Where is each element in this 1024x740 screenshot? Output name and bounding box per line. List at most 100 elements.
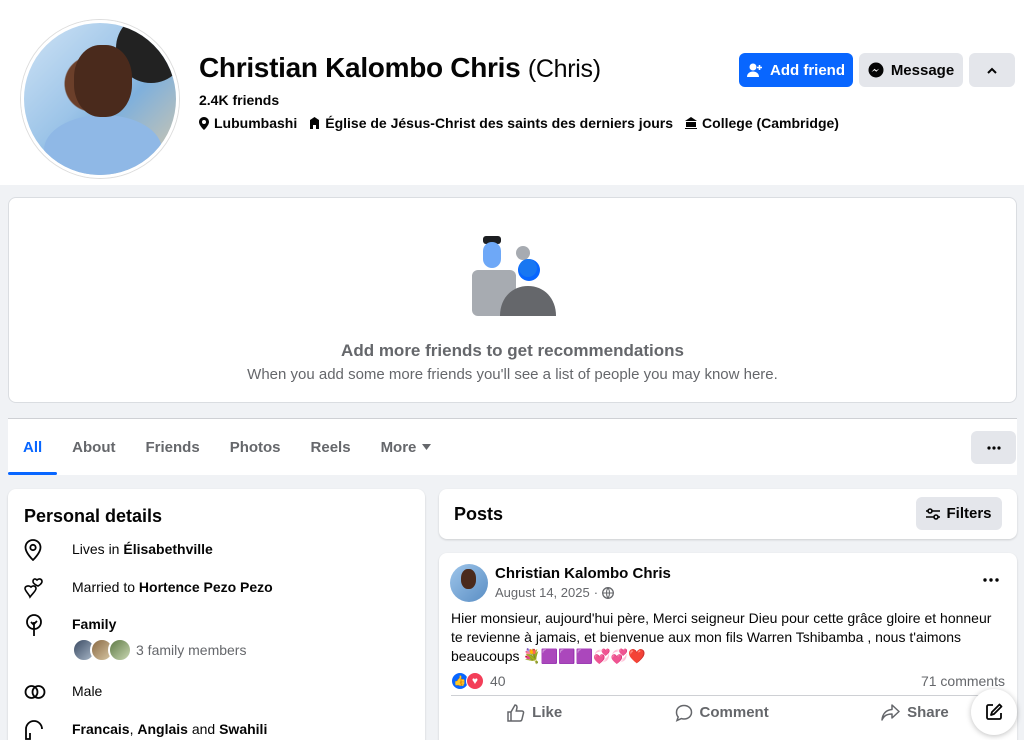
profile-header: Christian Kalombo Chris (Chris) 2.4K fri… (0, 0, 1024, 185)
post-author-avatar[interactable] (450, 564, 488, 602)
messenger-icon (868, 62, 884, 78)
reactions-row: 👍 ♥ 40 71 comments (451, 672, 1005, 690)
ellipsis-icon (983, 578, 999, 582)
languages-text: Francais, Anglais and Swahili (56, 719, 267, 739)
post-author-name[interactable]: Christian Kalombo Chris (495, 565, 671, 582)
tab-more-label: More (380, 438, 417, 456)
profile-fullname: Christian Kalombo Chris (199, 52, 521, 83)
share-label: Share (907, 704, 949, 721)
profile-avatar[interactable] (21, 20, 179, 178)
church-text[interactable]: Église de Jésus-Christ des saints des de… (325, 115, 673, 131)
languages-row: Francais, Anglais and Swahili (24, 719, 267, 740)
filters-label: Filters (946, 505, 992, 522)
family-row: Family 3 family members (24, 614, 246, 662)
family-count[interactable]: 3 family members (136, 640, 246, 660)
lives-in-text: Lives in Élisabethville (56, 539, 213, 559)
globe-icon (602, 586, 614, 599)
recommendations-subtitle: When you add some more friends you'll se… (247, 366, 778, 383)
gender-text: Male (72, 683, 103, 699)
tab-friends[interactable]: Friends (131, 419, 215, 475)
meta-church: Église de Jésus-Christ des saints des de… (309, 115, 673, 131)
message-button[interactable]: Message (859, 53, 963, 87)
tab-all[interactable]: All (8, 419, 58, 475)
hearts-icon (24, 577, 56, 599)
like-label: Like (532, 704, 563, 721)
language-1: Francais (72, 721, 130, 737)
add-person-icon (747, 63, 762, 77)
married-text: Married to Hortence Pezo Pezo (56, 577, 273, 597)
family-tree-icon (24, 614, 56, 636)
tab-reels[interactable]: Reels (296, 419, 366, 475)
lives-in-city[interactable]: Élisabethville (123, 541, 212, 557)
building-icon (310, 117, 320, 129)
ellipsis-icon (986, 445, 1001, 450)
avatar-shirt (44, 115, 162, 175)
more-profile-options-button[interactable] (969, 53, 1015, 87)
posts-title: Posts (454, 504, 504, 524)
thumbs-up-icon (507, 703, 525, 722)
family-text: Family 3 family members (56, 614, 246, 662)
filter-sliders-icon (926, 507, 941, 520)
location-text[interactable]: Lubumbashi (214, 115, 297, 131)
tab-friends-label: Friends (145, 438, 200, 456)
post-card: Christian Kalombo Chris August 14, 2025 … (439, 553, 1017, 740)
comments-count[interactable]: 71 comments (921, 673, 1005, 689)
like-button[interactable]: Like (507, 703, 563, 722)
avatar-head (74, 45, 132, 117)
language-2: Anglais (137, 721, 188, 737)
meta-education: College (Cambridge) (685, 115, 839, 131)
filters-button[interactable]: Filters (916, 497, 1002, 530)
married-prefix: Married to (72, 579, 139, 595)
family-avatar[interactable] (108, 638, 132, 662)
language-sep-2: and (187, 721, 220, 737)
speech-icon (24, 719, 56, 740)
gender-row: Male (24, 681, 102, 703)
married-row: Married to Hortence Pezo Pezo (24, 577, 273, 599)
tab-photos[interactable]: Photos (215, 419, 296, 475)
post-date[interactable]: August 14, 2025 (495, 585, 590, 600)
family-avatars[interactable]: 3 family members (72, 638, 246, 662)
edit-pencil-icon (986, 703, 1003, 720)
post-options-button[interactable] (983, 569, 999, 587)
tab-reels-label: Reels (310, 438, 351, 456)
people-illustration-icon (472, 236, 556, 316)
tab-about-label: About (72, 438, 116, 456)
friends-count[interactable]: 2.4K friends (199, 92, 279, 108)
tab-photos-label: Photos (229, 438, 281, 456)
spouse-name[interactable]: Hortence Pezo Pezo (139, 579, 273, 595)
post-date-separator: · (593, 585, 599, 600)
message-label: Message (890, 61, 955, 79)
language-3: Swahili (219, 721, 268, 737)
location-pin-icon (199, 116, 209, 130)
profile-name: Christian Kalombo Chris (Chris) (199, 52, 601, 84)
family-label: Family (72, 616, 117, 632)
share-button[interactable]: Share (881, 704, 949, 721)
education-text[interactable]: College (Cambridge) (702, 115, 839, 131)
lives-in-row: Lives in Élisabethville (24, 539, 213, 561)
post-emojis: 💐🟪🟪🟪💞💞❤️ (523, 648, 646, 664)
comment-button[interactable]: Comment (675, 704, 769, 722)
love-reaction-icon[interactable]: ♥ (466, 672, 484, 690)
share-arrow-icon (881, 704, 900, 721)
personal-details-card: Personal details Lives in Élisabethville… (8, 489, 425, 740)
reactions-count[interactable]: 40 (490, 673, 506, 689)
post-actions: Like Comment Share (451, 695, 1005, 729)
profile-nickname: (Chris) (527, 55, 601, 83)
profile-meta: Lubumbashi Église de Jésus-Christ des sa… (199, 115, 839, 131)
add-friend-button[interactable]: Add friend (739, 53, 853, 87)
compose-message-button[interactable] (971, 689, 1017, 735)
tab-more[interactable]: More (366, 419, 447, 475)
add-friend-label: Add friend (770, 61, 845, 79)
tab-all-label: All (23, 438, 43, 456)
post-meta: August 14, 2025 · (495, 585, 614, 600)
chevron-up-icon (987, 67, 997, 74)
caret-down-icon (422, 444, 432, 450)
profile-tabs-bar: All About Friends Photos Reels More (8, 418, 1017, 475)
tab-about[interactable]: About (57, 419, 130, 475)
tabs-more-options-button[interactable] (971, 431, 1016, 464)
gender-icon (24, 681, 56, 703)
recommendations-title: Add more friends to get recommendations (341, 341, 684, 360)
recommendations-card: Add more friends to get recommendations … (8, 197, 1017, 403)
posts-header-card: Posts Filters (439, 489, 1017, 539)
comment-label: Comment (699, 704, 769, 721)
